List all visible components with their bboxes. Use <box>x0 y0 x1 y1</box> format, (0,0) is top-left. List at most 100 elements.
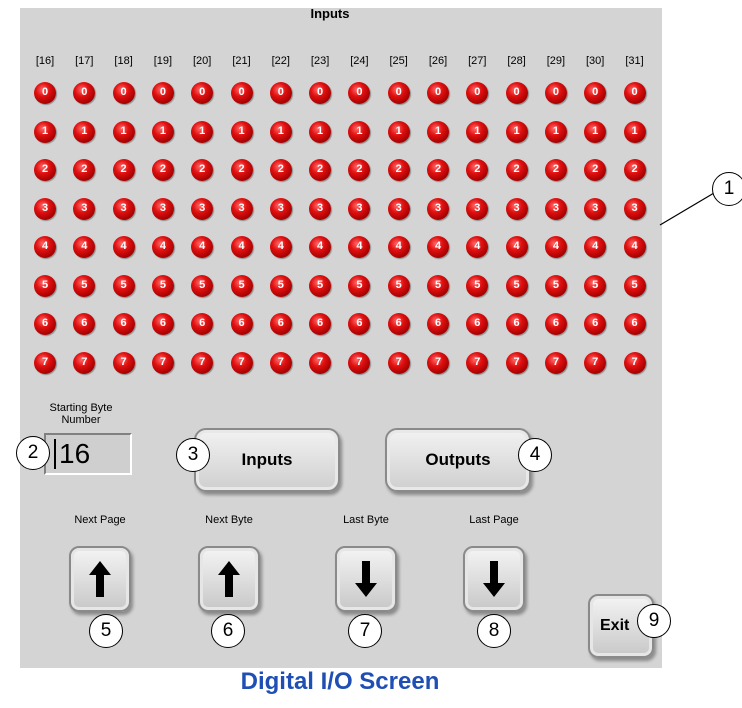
starting-byte-field[interactable]: 16 <box>44 433 132 475</box>
last-byte-button[interactable] <box>335 546 397 612</box>
input-bit-number: 6 <box>513 317 520 329</box>
input-bit-led: 7 <box>73 351 96 374</box>
input-bit-number: 6 <box>81 317 88 329</box>
input-bit-number: 1 <box>552 124 559 137</box>
input-bit-led: 3 <box>544 197 567 220</box>
input-bit-number: 7 <box>474 355 481 368</box>
input-bit-led: 1 <box>623 120 646 143</box>
column-header: [24] <box>350 55 369 67</box>
input-bit-number: 3 <box>41 201 49 214</box>
input-bit-number: 4 <box>159 240 166 252</box>
input-bit-number: 0 <box>631 86 638 98</box>
input-bit-number: 7 <box>356 355 363 368</box>
input-bit-led: 0 <box>505 82 528 104</box>
callout-4: 4 <box>518 438 552 472</box>
input-bit-led: 0 <box>112 82 135 104</box>
input-bit-led: 3 <box>505 197 528 220</box>
input-bit-number: 2 <box>199 163 206 175</box>
column-header: [23] <box>310 55 330 67</box>
input-bit-number: 6 <box>199 317 206 329</box>
outputs-button[interactable]: Outputs <box>385 428 531 492</box>
input-bit-number: 5 <box>317 278 324 291</box>
input-bit-led: 3 <box>427 197 449 220</box>
input-bit-number: 4 <box>356 240 363 252</box>
input-bit-led: 0 <box>230 82 253 104</box>
column-header: [25] <box>389 55 408 67</box>
input-bit-number: 2 <box>81 163 88 175</box>
input-bit-led: 5 <box>34 274 56 297</box>
input-bit-number: 1 <box>592 124 599 137</box>
input-bit-led: 5 <box>623 274 646 297</box>
input-bit-number: 0 <box>238 86 245 98</box>
input-bit-led: 5 <box>112 274 135 297</box>
input-bit-number: 5 <box>552 278 559 291</box>
input-bit-led: 2 <box>309 159 332 181</box>
input-bit-led: 4 <box>230 236 253 258</box>
input-bit-number: 4 <box>552 240 559 252</box>
input-bit-number: 7 <box>277 355 284 368</box>
input-bit-number: 6 <box>552 317 559 329</box>
input-bit-number: 0 <box>552 86 559 98</box>
input-bit-number: 0 <box>41 86 49 98</box>
callout-7: 7 <box>348 614 382 648</box>
input-bit-led: 3 <box>269 197 292 220</box>
input-bit-number: 1 <box>317 124 324 137</box>
input-bit-number: 2 <box>277 163 284 175</box>
next-byte-button[interactable] <box>198 546 260 612</box>
input-bit-number: 1 <box>120 124 127 137</box>
input-bit-led: 7 <box>112 351 135 374</box>
input-bit-led: 0 <box>623 82 646 104</box>
input-bit-led: 2 <box>230 159 253 181</box>
input-bit-led: 0 <box>34 82 56 104</box>
input-bit-number: 5 <box>631 278 638 291</box>
input-bit-number: 6 <box>592 317 599 329</box>
arrow-up-icon <box>218 561 240 597</box>
input-bit-number: 5 <box>395 278 402 291</box>
inputs-button[interactable]: Inputs <box>194 428 340 492</box>
input-bit-led: 5 <box>191 274 214 297</box>
input-bit-number: 7 <box>120 355 127 368</box>
exit-button-label: Exit <box>600 617 630 634</box>
input-bit-led: 4 <box>427 236 449 258</box>
column-header: [19] <box>153 55 173 67</box>
input-bit-led: 3 <box>73 197 96 220</box>
input-bit-led: 1 <box>230 120 253 143</box>
input-bit-number: 7 <box>513 355 520 368</box>
input-bit-number: 7 <box>238 355 245 368</box>
next-page-label: Next Page <box>74 514 126 526</box>
input-bit-number: 1 <box>513 124 520 137</box>
input-bit-led: 4 <box>269 236 292 258</box>
input-bit-led: 1 <box>584 120 607 143</box>
input-bit-led: 7 <box>387 351 410 374</box>
input-bit-led: 5 <box>544 274 567 297</box>
input-bit-led: 1 <box>112 120 135 143</box>
input-bit-led: 4 <box>623 236 646 258</box>
input-bit-led: 3 <box>387 197 410 220</box>
last-page-button[interactable] <box>463 546 525 612</box>
arrow-up-icon <box>89 561 111 597</box>
input-bit-number: 5 <box>81 278 88 291</box>
next-page-button[interactable] <box>69 546 131 612</box>
input-bit-led: 7 <box>505 351 528 374</box>
input-bit-led: 6 <box>230 313 253 335</box>
input-bit-number: 3 <box>631 201 638 214</box>
input-bit-number: 0 <box>159 86 166 98</box>
input-bit-led: 7 <box>584 351 607 374</box>
input-bit-number: 5 <box>277 278 284 291</box>
input-bit-led: 3 <box>309 197 332 220</box>
input-bit-led: 5 <box>151 274 174 297</box>
input-bit-led: 1 <box>427 120 449 143</box>
input-bit-number: 3 <box>434 201 442 214</box>
input-bit-led: 4 <box>309 236 332 258</box>
input-bit-number: 3 <box>474 201 481 214</box>
last-page-label: Last Page <box>469 514 519 526</box>
input-bit-number: 3 <box>81 201 88 214</box>
input-bit-number: 4 <box>631 240 638 252</box>
callout-5: 5 <box>89 614 123 648</box>
input-bit-number: 2 <box>41 163 49 175</box>
input-bit-number: 3 <box>395 201 402 214</box>
input-bit-number: 1 <box>434 124 442 137</box>
input-bit-led: 2 <box>505 159 528 181</box>
column-header: [30] <box>586 55 605 67</box>
input-bit-led: 2 <box>151 159 174 181</box>
